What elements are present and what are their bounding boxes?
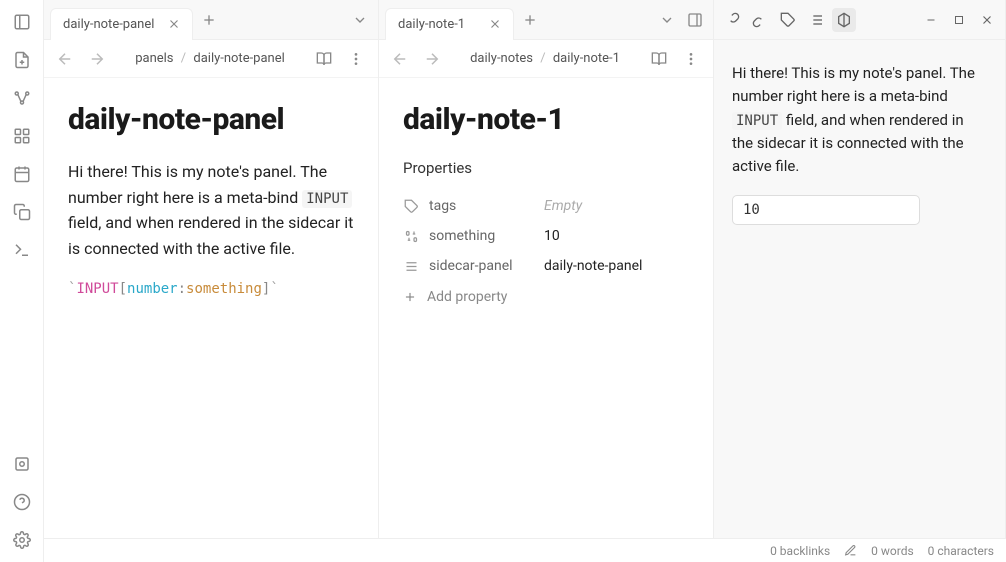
graph-icon[interactable] (8, 84, 36, 112)
nav-forward-icon[interactable] (86, 48, 108, 70)
copy-icon[interactable] (8, 198, 36, 226)
tab-daily-note-1[interactable]: daily-note-1 (385, 8, 514, 40)
add-property-button[interactable]: Add property (403, 289, 689, 305)
breadcrumb[interactable]: panels / daily-note-panel (118, 51, 302, 66)
vault-icon[interactable] (8, 450, 36, 478)
code-type: number (127, 281, 178, 297)
property-row-sidecar-panel[interactable]: sidecar-panel daily-note-panel (403, 251, 689, 281)
breadcrumb-parent: daily-notes (470, 51, 533, 66)
terminal-icon[interactable] (8, 236, 36, 264)
window-minimize-icon[interactable] (919, 8, 943, 32)
reading-mode-icon[interactable] (312, 47, 336, 71)
new-tab-icon[interactable] (197, 8, 221, 32)
canvas-icon[interactable] (8, 122, 36, 150)
tag-pane-icon[interactable] (776, 8, 800, 32)
code-keyword: INPUT (76, 281, 118, 297)
nav-back-icon[interactable] (54, 48, 76, 70)
number-input[interactable] (732, 195, 920, 225)
property-row-tags[interactable]: tags Empty (403, 191, 689, 221)
status-backlinks-label: 0 backlinks (770, 544, 830, 558)
status-backlinks[interactable]: 0 backlinks (770, 544, 830, 558)
tab-list-icon[interactable] (348, 8, 372, 32)
plus-icon (403, 290, 417, 304)
status-words-label: 0 words (871, 544, 914, 558)
window-close-icon[interactable] (975, 8, 999, 32)
page-title[interactable]: daily-note-panel (68, 102, 354, 137)
new-tab-icon[interactable] (518, 8, 542, 32)
backlinks-icon[interactable] (748, 8, 772, 32)
sidecar-panel-icon[interactable] (832, 8, 856, 32)
help-icon[interactable] (8, 488, 36, 516)
status-characters-label: 0 characters (928, 544, 994, 558)
outline-icon[interactable] (804, 8, 828, 32)
more-options-icon[interactable] (679, 47, 703, 71)
property-key[interactable]: something (429, 228, 534, 244)
binary-icon (403, 229, 419, 244)
code-field-name: something (186, 281, 262, 297)
property-value[interactable]: 10 (544, 228, 689, 244)
calendar-icon[interactable] (8, 160, 36, 188)
note-body[interactable]: Hi there! This is my note's panel. The n… (68, 159, 354, 261)
left-sidebar-toggle-icon[interactable] (8, 8, 36, 36)
meta-bind-code-line[interactable]: `INPUT[number:something]` (68, 281, 354, 297)
property-value[interactable]: daily-note-panel (544, 258, 689, 274)
tab-title: daily-note-1 (398, 17, 479, 32)
add-property-label: Add property (427, 289, 507, 305)
tab-close-icon[interactable] (166, 16, 182, 32)
reading-mode-icon[interactable] (647, 47, 671, 71)
status-edit-icon[interactable] (844, 544, 857, 557)
property-row-something[interactable]: something 10 (403, 221, 689, 251)
more-options-icon[interactable] (344, 47, 368, 71)
list-icon (403, 259, 419, 274)
body-text-post: field, and when rendered in the sidecar … (68, 213, 353, 258)
tab-close-icon[interactable] (487, 16, 503, 32)
sidecar-inline-code: INPUT (732, 112, 782, 130)
breadcrumb-parent: panels (135, 51, 173, 66)
breadcrumb-separator: / (181, 51, 186, 66)
settings-icon[interactable] (8, 526, 36, 554)
property-key[interactable]: tags (429, 198, 534, 214)
breadcrumb-current: daily-note-panel (193, 51, 284, 66)
right-sidebar-toggle-icon[interactable] (683, 8, 707, 32)
tab-list-icon[interactable] (655, 8, 679, 32)
nav-back-icon[interactable] (389, 48, 411, 70)
window-maximize-icon[interactable] (947, 8, 971, 32)
status-characters[interactable]: 0 characters (928, 544, 994, 558)
tag-icon (403, 199, 419, 214)
properties-heading[interactable]: Properties (403, 159, 689, 177)
breadcrumb-current: daily-note-1 (553, 51, 620, 66)
property-key[interactable]: sidecar-panel (429, 258, 534, 274)
nav-forward-icon[interactable] (421, 48, 443, 70)
breadcrumb-separator: / (540, 51, 545, 66)
file-plus-icon[interactable] (8, 46, 36, 74)
sidecar-text-pre: Hi there! This is my note's panel. The n… (732, 64, 975, 105)
page-title[interactable]: daily-note-1 (403, 102, 689, 137)
inline-code: INPUT (302, 190, 352, 208)
body-text-pre: Hi there! This is my note's panel. The n… (68, 162, 327, 207)
sidecar-body: Hi there! This is my note's panel. The n… (732, 62, 987, 179)
status-words[interactable]: 0 words (871, 544, 914, 558)
tab-daily-note-panel[interactable]: daily-note-panel (50, 8, 193, 40)
breadcrumb[interactable]: daily-notes / daily-note-1 (453, 51, 637, 66)
property-value[interactable]: Empty (544, 198, 689, 214)
tab-title: daily-note-panel (63, 17, 158, 32)
outgoing-links-icon[interactable] (720, 8, 744, 32)
